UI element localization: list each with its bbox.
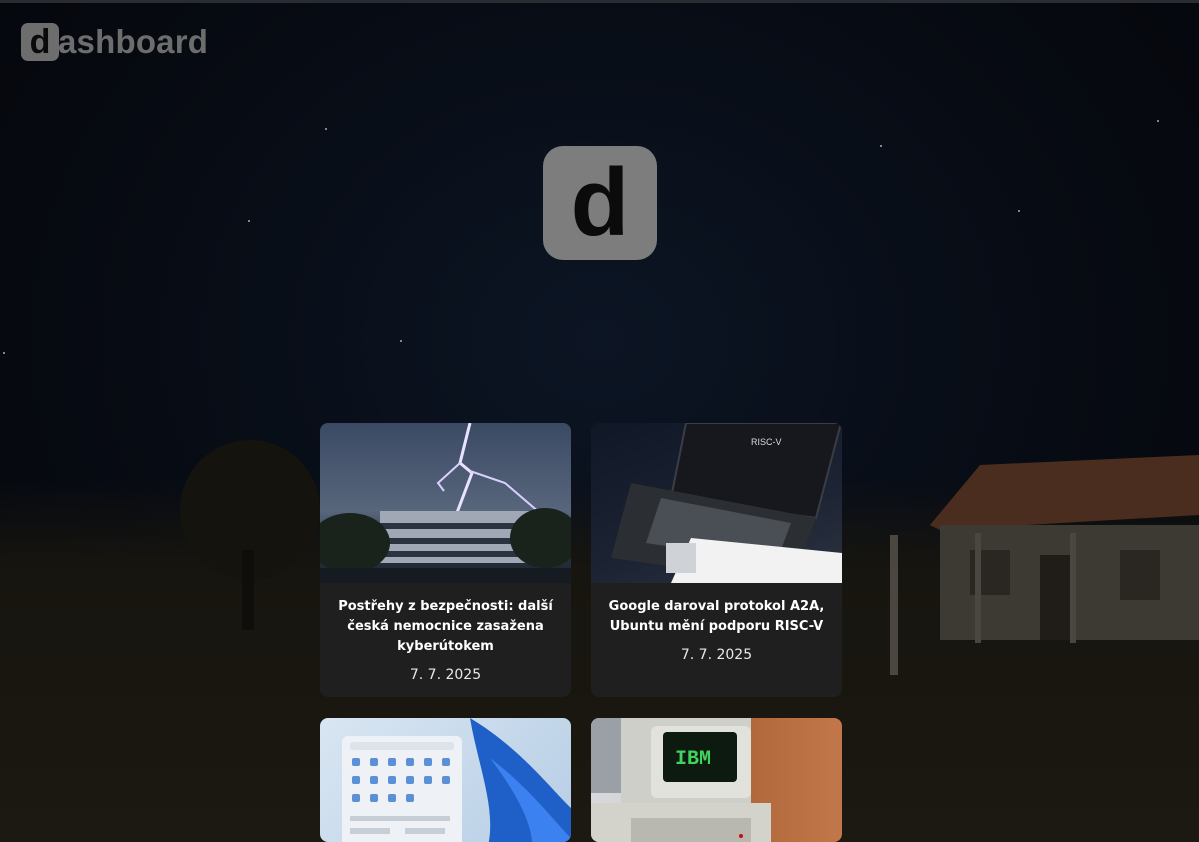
ibm-monitor-icon: IBM <box>591 718 771 842</box>
card-image-lightning <box>320 423 571 583</box>
risc-label: RISC-V <box>751 437 782 447</box>
star <box>1157 120 1159 122</box>
news-card[interactable]: IBM <box>591 718 842 842</box>
windows-start-menu-icon <box>342 718 571 842</box>
star <box>325 128 327 130</box>
card-date: 7. 7. 2025 <box>409 667 482 683</box>
center-logo[interactable]: d <box>543 146 657 260</box>
star <box>880 145 882 147</box>
card-title[interactable]: Postřehy z bezpečnosti: další česká nemo… <box>320 583 571 657</box>
card-date: 7. 7. 2025 <box>680 647 753 663</box>
star <box>248 220 250 222</box>
card-title[interactable]: Google daroval protokol A2A, Ubuntu mění… <box>591 583 842 637</box>
card-image-windows <box>320 718 571 842</box>
laptop-icon: RISC-V <box>611 423 842 583</box>
star <box>1018 210 1020 212</box>
star <box>3 352 5 354</box>
news-card[interactable]: Postřehy z bezpečnosti: další česká nemo… <box>320 423 571 697</box>
lightning-icon <box>320 423 571 583</box>
card-image-laptop: RISC-V <box>591 423 842 583</box>
news-card[interactable]: RISC-V Google daroval protokol A2A, Ubun… <box>591 423 842 697</box>
old-house-illustration <box>890 455 1199 675</box>
brand-wordmark: ashboard <box>58 23 209 60</box>
brand-logo[interactable]: d ashboard <box>21 22 208 62</box>
tree-silhouette <box>180 440 320 630</box>
news-card[interactable] <box>320 718 571 842</box>
card-image-ibm: IBM <box>591 718 842 842</box>
ibm-label: IBM <box>675 748 711 771</box>
brand-initial: d <box>21 23 59 61</box>
star <box>400 340 402 342</box>
